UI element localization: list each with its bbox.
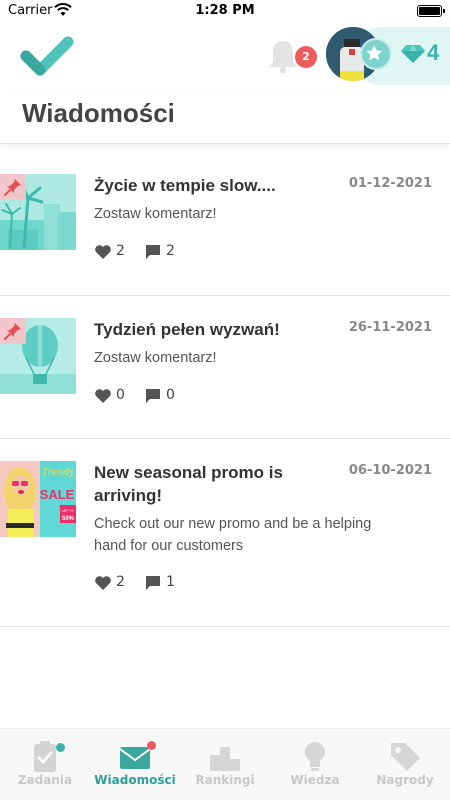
- page-title: Wiadomości: [22, 98, 175, 128]
- comments-count: 0: [166, 387, 175, 403]
- notification-count-badge: 2: [295, 46, 317, 68]
- message-thumbnail-balloon: [0, 318, 76, 394]
- list-item[interactable]: Życie w tempie slow.... 01-12-2021 Zosta…: [0, 152, 450, 296]
- star-badge-icon: [360, 38, 392, 70]
- message-preview: Zostaw komentarz!: [94, 206, 217, 222]
- pin-icon: [4, 323, 21, 340]
- tab-label: Zadania: [17, 773, 73, 787]
- tab-label: Nagrody: [376, 773, 434, 787]
- comments-count: 1: [166, 574, 175, 590]
- tab-notification-dot: [56, 743, 65, 752]
- battery-icon: [417, 5, 445, 17]
- heart-icon: [95, 389, 111, 403]
- heart-icon: [95, 245, 111, 259]
- likes-count: 2: [116, 243, 125, 259]
- tab-label: Wiadomości: [94, 773, 176, 787]
- status-time: 1:28 PM: [195, 3, 255, 18]
- message-preview-line: hand for our customers: [94, 538, 244, 554]
- thumbnail-trendy-text: Trendy: [42, 468, 75, 478]
- message-title-line: New seasonal promo is: [94, 463, 283, 482]
- likes-count: 0: [116, 387, 125, 403]
- message-thumbnail-promo: Trendy SALE UP TO 50%: [0, 461, 76, 537]
- message-preview: Check out our new promo and be a helping…: [94, 513, 424, 557]
- message-title: Życie w tempie slow....: [94, 176, 276, 195]
- tab-rankingi[interactable]: Rankingi: [180, 729, 270, 800]
- comment-icon: [146, 245, 160, 259]
- tab-nagrody[interactable]: Nagrody: [360, 729, 450, 800]
- trendy-sale-image: Trendy SALE UP TO 50%: [0, 461, 76, 537]
- list-item[interactable]: Trendy SALE UP TO 50% New seasonal promo…: [0, 439, 450, 627]
- message-title-line: arriving!: [94, 486, 163, 505]
- comment-icon: [146, 576, 160, 590]
- message-thumbnail-palm-trees: [0, 174, 76, 250]
- heart-icon: [95, 576, 111, 590]
- tab-notification-dot: [147, 741, 156, 750]
- message-preview: Zostaw komentarz!: [94, 350, 217, 366]
- comment-icon: [146, 389, 160, 403]
- message-date: 26-11-2021: [348, 320, 432, 335]
- message-date: 01-12-2021: [348, 176, 432, 191]
- tab-label: Rankingi: [195, 773, 255, 787]
- bottom-tab-bar: Zadania Wiadomości Rankingi Wiedza Nagro…: [0, 728, 450, 800]
- app-logo-checkmark-icon[interactable]: [20, 34, 74, 80]
- pinned-marker: [0, 318, 26, 344]
- thumbnail-sale-text: SALE: [40, 487, 75, 502]
- thumbnail-percent-text: 50%: [62, 516, 75, 522]
- list-item[interactable]: Tydzień pełen wyzwań! 26-11-2021 Zostaw …: [0, 296, 450, 439]
- tag-icon: [391, 743, 420, 771]
- message-preview-line: Check out our new promo and be a helping: [94, 516, 372, 532]
- page-header: Wiadomości: [0, 92, 450, 144]
- tab-label: Wiedza: [290, 773, 340, 787]
- thumbnail-badge-text: UP TO: [62, 508, 74, 513]
- podium-icon: [210, 747, 240, 771]
- message-title: New seasonal promo is arriving!: [94, 461, 283, 507]
- pinned-marker: [0, 174, 26, 200]
- lightbulb-icon: [305, 742, 325, 771]
- message-title: Tydzień pełen wyzwań!: [94, 320, 280, 339]
- diamond-icon: [401, 45, 425, 63]
- message-date: 06-10-2021: [348, 463, 432, 478]
- tab-wiedza[interactable]: Wiedza: [270, 729, 360, 800]
- tab-wiadomosci[interactable]: Wiadomości: [90, 729, 180, 800]
- likes-count: 2: [116, 574, 125, 590]
- status-bar: Carrier 1:28 PM: [0, 0, 450, 22]
- tab-zadania[interactable]: Zadania: [0, 729, 90, 800]
- pin-icon: [4, 179, 21, 196]
- gem-count: 4: [427, 40, 440, 65]
- top-bar: 2 4: [0, 22, 450, 92]
- comments-count: 2: [166, 243, 175, 259]
- message-list: Życie w tempie slow.... 01-12-2021 Zosta…: [0, 152, 450, 627]
